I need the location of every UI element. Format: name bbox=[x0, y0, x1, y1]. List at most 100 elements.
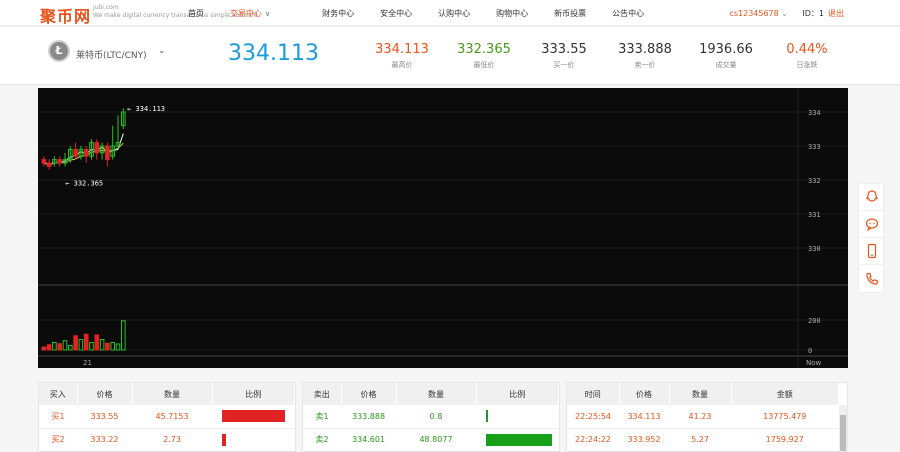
nav-trade-center-label: 交易中心 bbox=[230, 9, 262, 18]
nav-home[interactable]: 首页 bbox=[188, 0, 204, 26]
col-amount: 数量 bbox=[396, 383, 477, 405]
col-amount: 数量 bbox=[669, 383, 732, 405]
price-tick-label: 334 bbox=[808, 109, 821, 117]
trade-amount: 41.23 bbox=[669, 405, 731, 429]
x-tick-label: Now bbox=[806, 359, 822, 367]
stat-low: 332.365 最低价 bbox=[449, 42, 519, 70]
nav-security-center[interactable]: 安全中心 bbox=[380, 0, 412, 26]
coin-dropdown-chevron-icon[interactable]: ⌄ bbox=[158, 46, 166, 56]
ratio-bar bbox=[486, 410, 488, 423]
recent-trades-panel: 时间 价格 数量 金额 22:25:54 334.113 41.23 13775… bbox=[566, 382, 848, 452]
trade-total: 13775.479 bbox=[731, 405, 839, 429]
stat-daily-change: 0.44% 日涨跌 bbox=[772, 42, 842, 70]
litecoin-icon: Ł bbox=[48, 40, 70, 62]
coin-symbol: Ł bbox=[55, 44, 63, 57]
chat-support-button[interactable] bbox=[859, 211, 885, 238]
nav-shopping-center[interactable]: 购物中心 bbox=[496, 0, 528, 26]
volume-bar bbox=[62, 340, 68, 351]
ratio-bar bbox=[222, 410, 285, 423]
table-row[interactable]: 22:25:54 334.113 41.23 13775.479 bbox=[567, 405, 839, 429]
trades-scrollbar[interactable] bbox=[839, 405, 847, 451]
stat-value: 334.113 bbox=[375, 42, 429, 57]
coin-selector[interactable]: 莱特币(LTC/CNY) bbox=[76, 48, 147, 61]
order-side: 买1 bbox=[39, 405, 77, 429]
col-time: 时间 bbox=[567, 383, 620, 405]
scrollbar-thumb[interactable] bbox=[840, 415, 846, 451]
order-amount: 48.8077 bbox=[396, 428, 476, 451]
volume-bar bbox=[46, 344, 52, 351]
volume-bar bbox=[57, 343, 62, 351]
order-price: 334.601 bbox=[341, 428, 396, 451]
order-ratio bbox=[212, 405, 295, 429]
mobile-app-button[interactable] bbox=[859, 238, 885, 265]
table-row[interactable]: 买2 333.22 2.73 bbox=[39, 428, 295, 451]
candle-body bbox=[94, 142, 100, 154]
table-header: 买入 价格 数量 比例 bbox=[39, 383, 295, 405]
table-header: 时间 价格 数量 金额 bbox=[567, 383, 839, 405]
trade-amount: 5.27 bbox=[669, 428, 731, 451]
col-total: 金额 bbox=[731, 383, 839, 405]
table-row[interactable]: 22:24:22 333.952 5.27 1759.927 bbox=[567, 428, 839, 451]
candle-body bbox=[46, 162, 52, 167]
qq-support-button[interactable] bbox=[859, 184, 885, 211]
price-tick-label: 331 bbox=[808, 211, 821, 219]
telephone-icon bbox=[866, 272, 878, 285]
nav-finance-center[interactable]: 财务中心 bbox=[322, 0, 354, 26]
main-nav: 首页 交易中心 ∨ 财务中心 安全中心 认购中心 购物中心 新币投票 公告中心 bbox=[188, 0, 670, 26]
volume-bar bbox=[73, 335, 78, 351]
ratio-bar bbox=[222, 433, 226, 446]
order-price: 333.22 bbox=[77, 428, 132, 451]
nav-subscription-center[interactable]: 认购中心 bbox=[438, 0, 470, 26]
site-logo[interactable]: 聚币网 bbox=[40, 3, 91, 27]
order-ratio bbox=[212, 428, 295, 451]
kline-chart[interactable]: 334 333 332 331 330 200 0 21 Now ← 334.113 ← 332.3… bbox=[38, 88, 848, 368]
trade-price: 334.113 bbox=[619, 405, 669, 429]
col-sell: 卖出 bbox=[303, 383, 342, 405]
col-price: 价格 bbox=[77, 383, 133, 405]
stat-label: 最低价 bbox=[473, 61, 495, 69]
trade-time: 22:25:54 bbox=[567, 405, 619, 429]
ticker-bar: Ł 莱特币(LTC/CNY) ⌄ 334.113 334.113 最高价 332… bbox=[0, 27, 900, 85]
trade-price: 333.952 bbox=[619, 428, 669, 451]
table-row[interactable]: 买1 333.55 45.7153 bbox=[39, 405, 295, 429]
volume-bar bbox=[99, 339, 105, 351]
volume-bar bbox=[52, 342, 57, 351]
stat-label: 买一价 bbox=[553, 61, 575, 69]
price-tick-label: 333 bbox=[808, 143, 821, 151]
price-tick-label: 330 bbox=[808, 245, 821, 253]
nav-announcements[interactable]: 公告中心 bbox=[612, 0, 644, 26]
volume-bar bbox=[115, 343, 121, 351]
volume-bar bbox=[121, 320, 126, 351]
volume-bar bbox=[78, 339, 84, 351]
candle-body bbox=[105, 145, 110, 161]
order-ratio bbox=[476, 405, 559, 429]
col-price: 价格 bbox=[619, 383, 670, 405]
side-toolbar bbox=[858, 183, 885, 293]
nav-trade-center[interactable]: 交易中心 ∨ bbox=[230, 0, 296, 26]
stat-label: 成交量 bbox=[715, 61, 737, 69]
volume-tick-label: 0 bbox=[808, 347, 812, 355]
table-row[interactable]: 卖2 334.601 48.8077 bbox=[303, 428, 559, 451]
stat-label: 日涨跌 bbox=[796, 61, 818, 69]
candle-body bbox=[57, 159, 62, 164]
logout-link[interactable]: 退出 bbox=[828, 0, 844, 28]
nav-coin-vote[interactable]: 新币投票 bbox=[554, 0, 586, 26]
stat-value: 0.44% bbox=[786, 42, 828, 57]
table-row[interactable]: 卖1 333.888 0.8 bbox=[303, 405, 559, 429]
username-link[interactable]: cs12345678 ⌄ bbox=[729, 0, 788, 28]
table-header: 卖出 价格 数量 比例 bbox=[303, 383, 559, 405]
order-ratio bbox=[476, 428, 559, 451]
kline-chart-svg[interactable]: 334 333 332 331 330 200 0 21 Now ← 334.113 ← 332.3… bbox=[38, 88, 848, 368]
col-buy: 买入 bbox=[39, 383, 78, 405]
volume-bar bbox=[83, 333, 89, 351]
username: cs12345678 bbox=[729, 9, 779, 18]
stat-value: 333.888 bbox=[618, 42, 672, 57]
sell-orders-table: 卖出 价格 数量 比例 卖1 333.888 0.8 卖2 334.601 48… bbox=[303, 383, 559, 451]
candle-body bbox=[73, 148, 78, 157]
user-chevron-icon: ⌄ bbox=[781, 9, 788, 18]
stat-bid: 333.55 买一价 bbox=[529, 42, 599, 70]
candle-body bbox=[41, 159, 47, 164]
volume-bar bbox=[105, 342, 110, 351]
order-amount: 2.73 bbox=[132, 428, 212, 451]
phone-support-button[interactable] bbox=[859, 265, 885, 292]
